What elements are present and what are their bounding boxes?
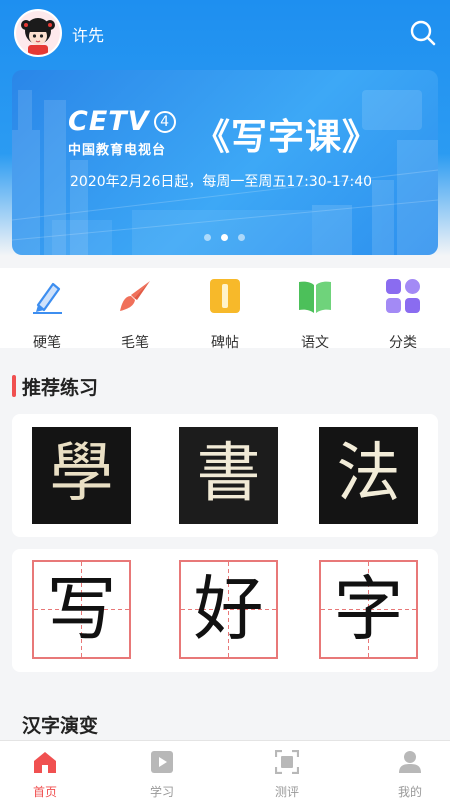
bottom-tab-bar: 首页 学习 测评 我的 xyxy=(0,740,450,800)
category-brush[interactable]: 毛笔 xyxy=(100,278,170,351)
book-icon xyxy=(299,281,331,313)
banner-subtitle: 2020年2月26日起，每周一至周五17:30-17:40 xyxy=(70,174,373,190)
rubbing-card: 學 書 法 xyxy=(12,414,438,537)
banner-title: 《写字课》 xyxy=(194,116,380,158)
tab-assess[interactable]: 测评 xyxy=(242,741,332,800)
recommended-title: 推荐练习 xyxy=(22,377,99,399)
promo-banner[interactable]: CETV 4 中国教育电视台 《写字课》 2020年2月26日起，每周一至周五17… xyxy=(12,70,438,255)
home-icon xyxy=(34,752,56,773)
page-dot[interactable] xyxy=(204,234,211,241)
grid-icon xyxy=(386,279,420,313)
play-icon xyxy=(151,751,173,773)
top-bar: 许先 xyxy=(0,0,450,68)
pen-icon xyxy=(33,282,62,314)
practice-grid-item[interactable]: 字 xyxy=(319,560,418,659)
evolution-title: 汉字演变 xyxy=(22,715,99,737)
user-icon xyxy=(399,751,421,773)
page-dot[interactable] xyxy=(238,234,245,241)
category-tablet[interactable]: 碑帖 xyxy=(190,278,260,351)
category-pen[interactable]: 硬笔 xyxy=(12,278,82,351)
practice-card: 写 好 字 xyxy=(12,549,438,672)
tab-study[interactable]: 学习 xyxy=(117,741,207,800)
practice-grid-item[interactable]: 好 xyxy=(179,560,278,659)
tablet-icon xyxy=(210,279,240,313)
banner-city-illustration xyxy=(12,90,438,255)
category-chinese[interactable]: 语文 xyxy=(280,278,350,351)
rubbing-item[interactable]: 書 xyxy=(179,427,278,524)
search-icon[interactable] xyxy=(408,18,438,48)
category-classify[interactable]: 分类 xyxy=(368,278,438,351)
tab-mine[interactable]: 我的 xyxy=(365,741,450,800)
tab-home[interactable]: 首页 xyxy=(0,741,90,800)
rubbing-item[interactable]: 學 xyxy=(32,427,131,524)
avatar[interactable] xyxy=(14,9,62,57)
rubbing-item[interactable]: 法 xyxy=(319,427,418,524)
banner-pagination xyxy=(202,234,262,244)
scan-icon xyxy=(275,750,299,774)
practice-grid-item[interactable]: 写 xyxy=(32,560,131,659)
section-marker xyxy=(12,375,16,397)
page-dot-active[interactable] xyxy=(221,234,228,241)
user-name[interactable]: 许先 xyxy=(72,22,104,46)
brush-icon xyxy=(120,281,150,311)
category-bar: 硬笔 毛笔 碑帖 语文 分类 xyxy=(0,268,450,351)
cetv-logo: CETV 4 中国教育电视台 xyxy=(68,106,176,158)
